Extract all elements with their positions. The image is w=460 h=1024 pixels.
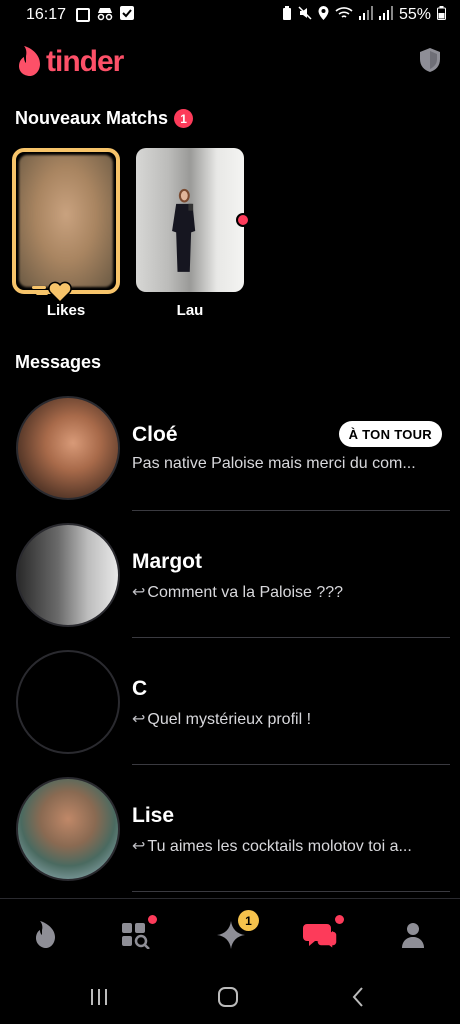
avatar [16, 523, 120, 627]
nav-explore-icon[interactable] [116, 915, 157, 953]
messages-title: Messages [15, 352, 102, 372]
bottom-nav: 1 [0, 898, 460, 970]
status-time: 16:17 [26, 6, 67, 23]
safety-shield-icon[interactable] [418, 47, 442, 78]
divider [132, 637, 450, 638]
conversation-row-margot[interactable]: Margot ↩ Comment va la Paloise ??? [0, 512, 460, 639]
conversation-name: Cloé [132, 423, 178, 446]
recent-apps-icon[interactable] [84, 984, 114, 1010]
reply-arrow-icon: ↩ [132, 838, 146, 855]
divider [132, 510, 450, 511]
tinder-logo[interactable]: tinder [18, 45, 124, 79]
nav-sparkle-icon[interactable]: 1 [211, 910, 259, 953]
online-indicator [236, 213, 250, 227]
app-header: tinder [18, 40, 442, 84]
reply-arrow-icon: ↩ [132, 711, 146, 728]
conversation-name: Margot [132, 550, 202, 573]
battery-saver-icon [282, 5, 292, 25]
conversation-preview: ↩ Tu aimes les cocktails molotov toi a... [132, 838, 412, 855]
likes-card[interactable] [12, 148, 120, 294]
check-icon [120, 5, 135, 25]
signal-icon-2 [378, 5, 393, 25]
wifi-icon [335, 6, 353, 25]
conversation-name: C [132, 677, 148, 700]
conversation-preview: ↩ Quel mystérieux profil ! [132, 711, 312, 728]
avatar [16, 396, 120, 500]
gallery-icon [76, 8, 91, 22]
new-matches-title: Nouveaux Matchs 1 [15, 108, 194, 129]
reply-arrow-icon: ↩ [132, 584, 146, 601]
system-nav-bar [0, 970, 460, 1024]
mute-icon [298, 5, 312, 25]
sparkle-count-badge: 1 [238, 910, 259, 931]
conversation-row-lise[interactable]: Lise ↩ Tu aimes les cocktails molotov toi… [0, 766, 460, 893]
status-bar: 16:17 55% [0, 0, 460, 30]
conversation-preview: Pas native Paloise mais merci du com... [132, 455, 416, 472]
signal-icon [358, 5, 373, 25]
nav-profile-icon[interactable] [393, 917, 433, 953]
divider [132, 891, 450, 892]
incognito-icon [96, 7, 114, 24]
new-matches-count-badge: 1 [174, 109, 194, 128]
conversation-name: Lise [132, 804, 175, 827]
conversation-row-c[interactable]: C ↩ Quel mystérieux profil ! [0, 639, 460, 766]
location-icon [318, 5, 329, 25]
battery-icon [437, 5, 446, 25]
likes-blurred-photo [19, 155, 113, 287]
back-icon[interactable] [343, 984, 373, 1010]
likes-label: Likes [46, 302, 86, 319]
match-name-lau: Lau [176, 302, 204, 319]
avatar [16, 650, 120, 754]
your-turn-badge: À TON TOUR [338, 421, 442, 447]
lau-photo [172, 188, 196, 272]
flame-logo-icon [19, 46, 40, 76]
conversation-row-cloe[interactable]: Cloé Pas native Paloise mais merci du co… [0, 385, 460, 512]
battery-level: 55% [398, 6, 431, 23]
divider [132, 764, 450, 765]
notification-dot [335, 915, 344, 924]
conversation-preview: ↩ Comment va la Paloise ??? [132, 584, 344, 601]
match-card-lau[interactable] [136, 148, 244, 292]
avatar [16, 777, 120, 881]
new-matches-label: Nouveaux Matchs [15, 108, 169, 128]
nav-chat-icon[interactable] [301, 915, 344, 953]
notification-dot [148, 915, 157, 924]
nav-flame-icon[interactable] [26, 917, 66, 953]
home-icon[interactable] [213, 984, 243, 1010]
logo-text: tinder [46, 45, 124, 78]
